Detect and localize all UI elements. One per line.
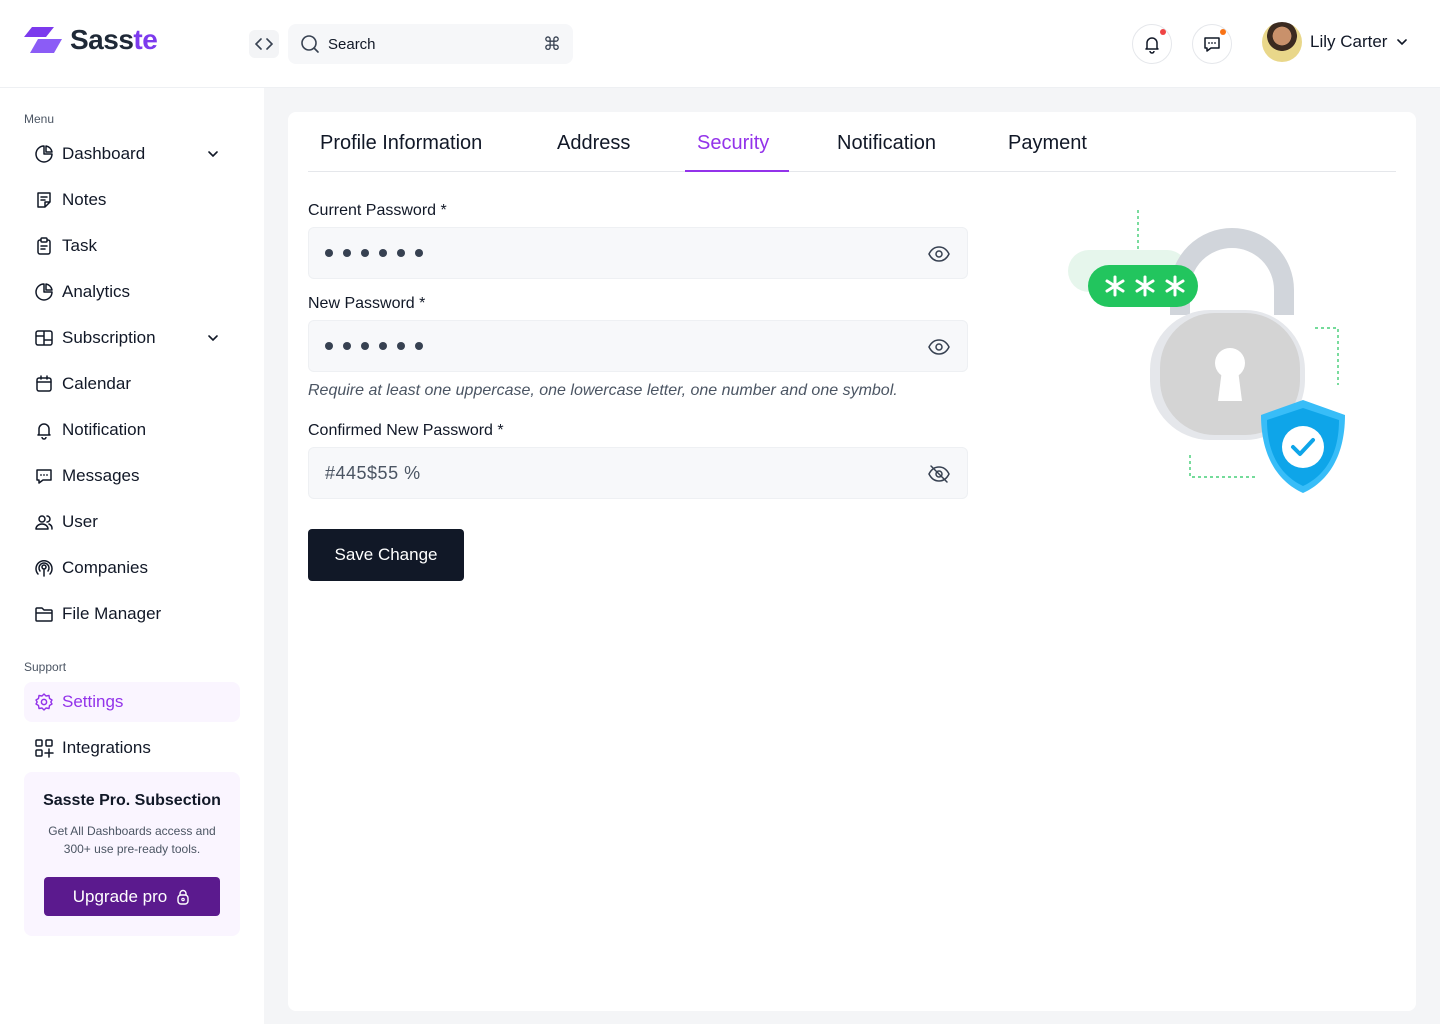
tab-notification[interactable]: Notification	[837, 132, 936, 172]
command-key-icon: ⌘	[543, 33, 561, 54]
pie-chart-icon	[35, 145, 53, 163]
menu-section-label: Menu	[24, 112, 55, 126]
users-icon	[35, 515, 53, 530]
sidebar-item-label: Settings	[62, 692, 124, 711]
sidebar-item-label: User	[62, 512, 98, 531]
clipboard-icon	[37, 237, 51, 255]
active-tab-indicator	[685, 170, 789, 172]
sidebar-item-notification[interactable]: Notification	[24, 410, 240, 450]
podcast-icon	[35, 559, 53, 577]
calendar-icon	[36, 375, 52, 392]
chat-icon	[36, 469, 52, 484]
brand-name: Sasste	[70, 24, 158, 55]
note-icon	[37, 192, 51, 208]
sidebar: Menu Dashboard Notes Task Analytics Subs…	[0, 88, 264, 1024]
sidebar-item-calendar[interactable]: Calendar	[24, 364, 240, 404]
bell-icon	[37, 423, 51, 440]
tab-profile-information[interactable]: Profile Information	[320, 132, 482, 172]
layout-icon	[35, 330, 53, 346]
sidebar-item-label: Companies	[62, 558, 148, 577]
message-dot	[1220, 29, 1226, 35]
sidebar-item-label: Integrations	[62, 738, 151, 757]
masked-password	[325, 249, 967, 257]
confirm-password-value[interactable]: #445$55 %	[325, 463, 967, 484]
avatar[interactable]	[1262, 22, 1302, 62]
sidebar-item-notes[interactable]: Notes	[24, 180, 240, 220]
sidebar-item-label: Dashboard	[62, 144, 146, 163]
sidebar-item-label: Calendar	[62, 374, 131, 393]
promo-title: Sasste Pro. Subsection	[43, 792, 221, 809]
user-name[interactable]: Lily Carter	[1310, 32, 1387, 52]
sidebar-item-label: Task	[62, 236, 97, 255]
sidebar-item-task[interactable]: Task	[24, 226, 240, 266]
promo-text: Get All Dashboards access and 300+ use p…	[48, 824, 216, 856]
code-chevrons-icon	[255, 38, 273, 50]
sidebar-item-analytics[interactable]: Analytics	[24, 272, 240, 312]
chat-icon	[1204, 37, 1220, 52]
sidebar-item-user[interactable]: User	[24, 502, 240, 542]
sidebar-item-label: Subscription	[62, 328, 156, 347]
notification-dot	[1160, 29, 1166, 35]
search-icon	[301, 35, 319, 53]
gear-icon	[35, 693, 53, 711]
eye-off-icon[interactable]	[927, 462, 951, 486]
sidebar-toggle-button[interactable]	[249, 30, 279, 58]
current-password-field[interactable]	[308, 227, 968, 279]
security-lock-illustration	[1068, 210, 1345, 493]
sidebar-item-subscription[interactable]: Subscription	[24, 318, 240, 358]
confirm-password-field[interactable]: #445$55 %	[308, 447, 968, 499]
eye-icon[interactable]	[927, 335, 951, 359]
chevron-down-icon[interactable]	[206, 147, 220, 161]
tab-security[interactable]: Security	[697, 132, 769, 172]
lock-icon	[177, 889, 189, 905]
search-bar[interactable]: Search ⌘	[288, 24, 573, 64]
chevron-down-icon[interactable]	[1395, 35, 1409, 49]
folder-icon	[35, 607, 53, 622]
tab-address[interactable]: Address	[557, 132, 630, 172]
confirm-password-label: Confirmed New Password *	[308, 422, 504, 439]
grid-plus-icon	[35, 739, 54, 758]
sidebar-item-companies[interactable]: Companies	[24, 548, 240, 588]
new-password-label: New Password *	[308, 295, 426, 312]
settings-tabs: Profile Information Address Security Not…	[308, 112, 1396, 172]
sidebar-item-label: Analytics	[62, 282, 131, 301]
upgrade-pro-label: Upgrade pro	[72, 886, 168, 906]
password-hint: Require at least one uppercase, one lowe…	[308, 382, 898, 399]
eye-icon[interactable]	[927, 242, 951, 266]
sidebar-item-settings[interactable]: Settings	[24, 682, 240, 722]
sidebar-item-label: File Manager	[62, 604, 162, 623]
notification-button[interactable]	[1132, 24, 1172, 64]
current-password-label: Current Password *	[308, 202, 447, 219]
messages-button[interactable]	[1192, 24, 1232, 64]
chevron-down-icon[interactable]	[206, 331, 220, 345]
brand-logo[interactable]: Sasste	[24, 24, 158, 56]
sidebar-item-file-manager[interactable]: File Manager	[24, 594, 240, 634]
search-placeholder[interactable]: Search	[328, 36, 543, 53]
bell-icon	[1145, 37, 1159, 54]
upgrade-promo-card: Sasste Pro. Subsection Get All Dashboard…	[24, 772, 240, 936]
save-change-button[interactable]: Save Change	[308, 529, 464, 581]
sidebar-item-dashboard[interactable]: Dashboard	[24, 134, 240, 174]
masked-password	[325, 342, 967, 350]
logo-mark-icon	[24, 27, 62, 53]
sidebar-item-label: Messages	[62, 466, 140, 485]
sidebar-item-label: Notes	[62, 190, 107, 209]
new-password-field[interactable]	[308, 320, 968, 372]
upgrade-pro-button[interactable]: Upgrade pro	[44, 877, 220, 916]
sidebar-item-integrations[interactable]: Integrations	[24, 728, 240, 768]
sidebar-item-messages[interactable]: Messages	[24, 456, 240, 496]
sidebar-item-label: Notification	[62, 420, 147, 439]
pie-chart-icon	[35, 283, 53, 301]
user-menu[interactable]: Lily Carter	[1262, 22, 1409, 62]
tab-payment[interactable]: Payment	[1008, 132, 1087, 172]
support-section-label: Support	[24, 660, 67, 674]
top-header: Sasste Search ⌘ Lily Carter	[0, 0, 1440, 88]
